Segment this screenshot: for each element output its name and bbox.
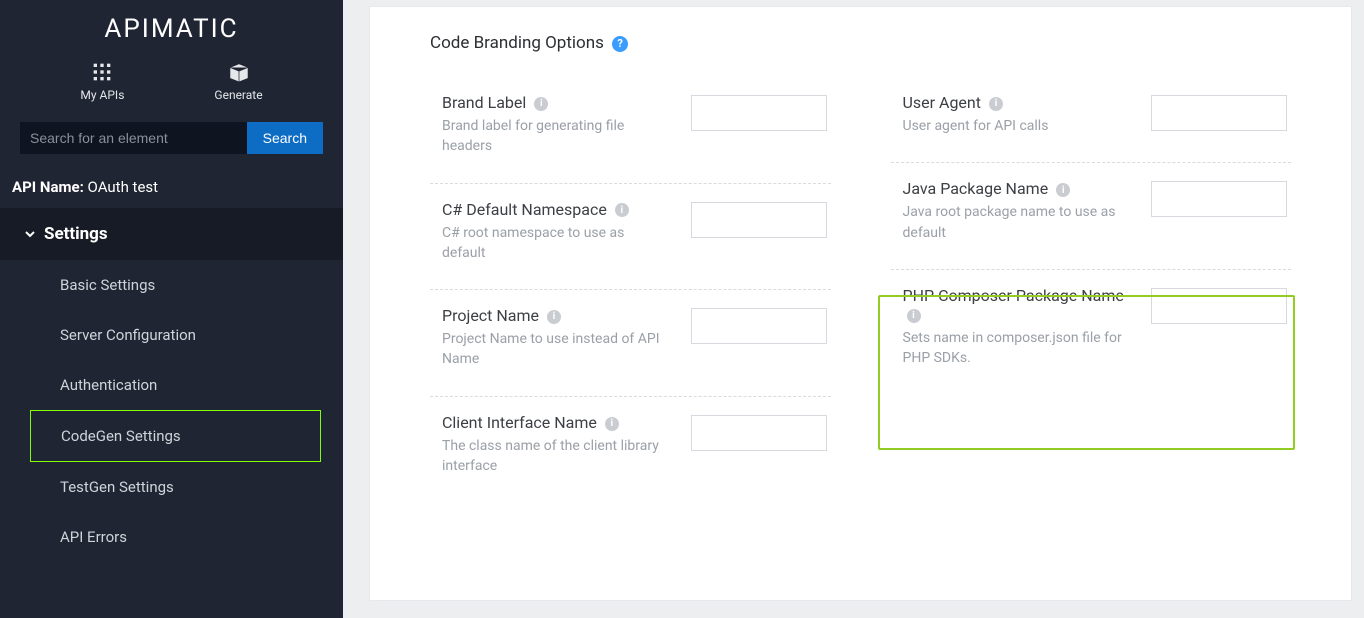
nav-testgen-settings[interactable]: TestGen Settings: [0, 462, 343, 512]
grid-icon: [92, 62, 112, 82]
highlight-box: [878, 295, 1295, 450]
label-csharp-namespace: C# Default Namespace i: [442, 200, 665, 219]
label-brand-label: Brand Label i: [442, 93, 665, 112]
desc-brand-label: Brand label for generating file headers: [442, 116, 665, 157]
desc-client-interface: The class name of the client library int…: [442, 436, 665, 477]
label-client-interface: Client Interface Name i: [442, 413, 665, 432]
info-icon[interactable]: i: [1056, 183, 1070, 197]
section-label: Settings: [44, 224, 108, 244]
chevron-down-icon: [24, 228, 36, 240]
help-icon[interactable]: ?: [612, 36, 628, 52]
api-name-display: API Name: OAuth test: [0, 166, 343, 208]
label-text: Client Interface Name: [442, 413, 597, 432]
brand-logo: APIMATIC: [0, 0, 343, 44]
info-icon[interactable]: i: [989, 97, 1003, 111]
field-client-interface: Client Interface Name i The class name o…: [430, 397, 831, 503]
info-icon[interactable]: i: [534, 97, 548, 111]
api-name-value: OAuth test: [88, 178, 159, 196]
search-button[interactable]: Search: [247, 122, 323, 154]
generate-link[interactable]: Generate: [214, 62, 262, 102]
desc-java-package: Java root package name to use as default: [903, 202, 1126, 243]
left-column: Brand Label i Brand label for generating…: [430, 77, 831, 502]
label-text: Project Name: [442, 306, 539, 325]
input-client-interface[interactable]: [691, 415, 827, 451]
label-text: C# Default Namespace: [442, 200, 607, 219]
search-row: Search: [0, 112, 343, 166]
label-user-agent: User Agent i: [903, 93, 1126, 112]
my-apis-label: My APIs: [80, 88, 124, 102]
generate-label: Generate: [214, 88, 262, 102]
input-csharp-namespace[interactable]: [691, 202, 827, 238]
desc-project-name: Project Name to use instead of API Name: [442, 329, 665, 370]
box-icon: [228, 62, 250, 82]
label-java-package: Java Package Name i: [903, 179, 1126, 198]
input-brand-label[interactable]: [691, 95, 827, 131]
search-input[interactable]: [20, 122, 247, 154]
label-text: Brand Label: [442, 93, 526, 112]
nav-server-configuration[interactable]: Server Configuration: [0, 310, 343, 360]
info-icon[interactable]: i: [547, 310, 561, 324]
label-text: User Agent: [903, 93, 981, 112]
field-java-package: Java Package Name i Java root package na…: [891, 163, 1292, 270]
desc-csharp-namespace: C# root namespace to use as default: [442, 223, 665, 264]
top-nav: My APIs Generate: [0, 44, 343, 112]
main-content: Code Branding Options ? Brand Label i Br…: [343, 0, 1364, 618]
field-user-agent: User Agent i User agent for API calls: [891, 77, 1292, 163]
info-icon[interactable]: i: [615, 203, 629, 217]
settings-section-header[interactable]: Settings: [0, 208, 343, 260]
field-csharp-namespace: C# Default Namespace i C# root namespace…: [430, 184, 831, 291]
field-project-name: Project Name i Project Name to use inste…: [430, 290, 831, 397]
desc-user-agent: User agent for API calls: [903, 116, 1126, 136]
panel: Code Branding Options ? Brand Label i Br…: [369, 6, 1352, 601]
label-text: Java Package Name: [903, 179, 1049, 198]
nav-basic-settings[interactable]: Basic Settings: [0, 260, 343, 310]
info-icon[interactable]: i: [605, 417, 619, 431]
field-brand-label: Brand Label i Brand label for generating…: [430, 77, 831, 184]
nav-authentication[interactable]: Authentication: [0, 360, 343, 410]
my-apis-link[interactable]: My APIs: [80, 62, 124, 102]
panel-title: Code Branding Options ?: [430, 33, 1291, 53]
api-name-label: API Name:: [12, 178, 84, 196]
nav-codegen-settings[interactable]: CodeGen Settings: [30, 410, 321, 462]
label-project-name: Project Name i: [442, 306, 665, 325]
sidebar: APIMATIC My APIs Generate Search API Nam…: [0, 0, 343, 618]
panel-title-text: Code Branding Options: [430, 33, 604, 53]
input-project-name[interactable]: [691, 308, 827, 344]
input-java-package[interactable]: [1151, 181, 1287, 217]
nav-api-errors[interactable]: API Errors: [0, 512, 343, 562]
input-user-agent[interactable]: [1151, 95, 1287, 131]
